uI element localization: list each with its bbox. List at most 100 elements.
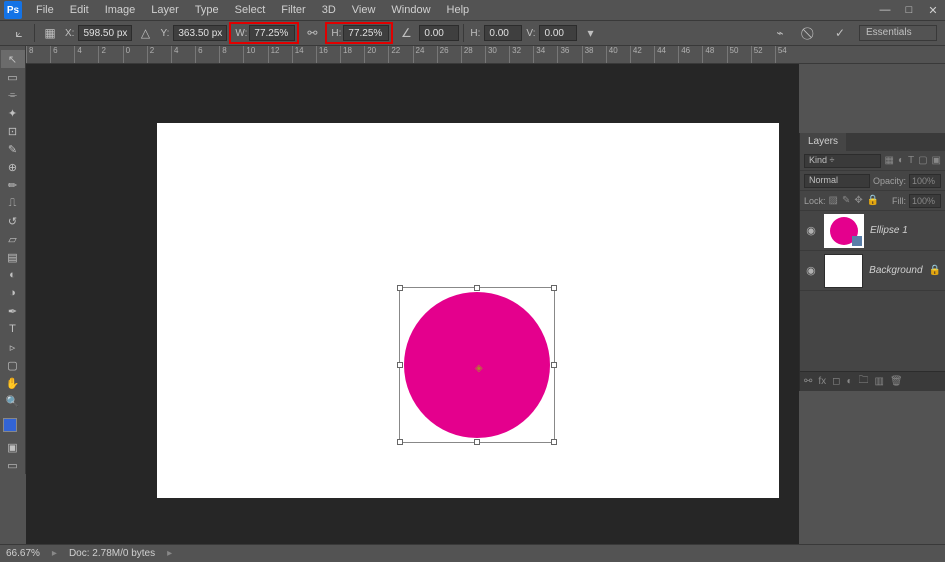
menu-layer[interactable]: Layer <box>143 4 187 16</box>
x-input[interactable] <box>78 25 132 41</box>
handle-middle-left[interactable] <box>397 362 403 368</box>
layers-tab[interactable]: Layers <box>800 133 846 151</box>
handle-top-middle[interactable] <box>474 285 480 291</box>
lock-all-icon[interactable]: 🔒 <box>867 195 879 206</box>
menu-view[interactable]: View <box>344 4 384 16</box>
filter-adjust-icon[interactable]: ◐ <box>898 155 904 166</box>
width-input[interactable] <box>249 25 295 41</box>
status-menu-arrow-icon[interactable]: ▸ <box>167 548 172 559</box>
crop-tool[interactable]: ⊡ <box>1 122 25 140</box>
zoom-level[interactable]: 66.67% <box>6 548 40 559</box>
history-brush-tool[interactable]: ↺ <box>1 212 25 230</box>
color-swatches[interactable] <box>0 416 25 438</box>
fill-input[interactable] <box>909 194 941 208</box>
menu-window[interactable]: Window <box>383 4 438 16</box>
status-arrow-icon[interactable]: ▸ <box>52 548 57 559</box>
handle-bottom-left[interactable] <box>397 439 403 445</box>
hand-tool[interactable]: ✋ <box>1 374 25 392</box>
foreground-color-swatch[interactable] <box>3 418 17 432</box>
filter-type-icon[interactable]: T <box>908 155 914 166</box>
clone-stamp-tool[interactable]: ⎍ <box>1 194 25 212</box>
layer-thumbnail[interactable] <box>824 254 863 288</box>
new-layer-icon[interactable]: ▥ <box>875 376 884 387</box>
brush-tool[interactable]: ✏ <box>1 176 25 194</box>
move-tool[interactable]: ↖ <box>1 50 25 68</box>
layer-filter-row: Kind ÷ ▦ ◐ T ▢ ▣ <box>800 151 945 171</box>
layer-row[interactable]: ◉ Ellipse 1 <box>800 211 945 251</box>
cancel-transform-icon[interactable]: ⃠ <box>799 23 821 43</box>
layer-style-icon[interactable]: fx <box>818 376 826 387</box>
handle-bottom-middle[interactable] <box>474 439 480 445</box>
lock-transparent-icon[interactable]: ▨ <box>829 195 838 206</box>
reference-point-icon[interactable]: ▦ <box>39 23 61 43</box>
transform-tool-icon[interactable]: ⟀ <box>8 23 30 43</box>
marquee-tool[interactable]: ▭ <box>1 68 25 86</box>
y-input[interactable] <box>173 25 227 41</box>
lock-position-icon[interactable]: ✥ <box>854 195 862 206</box>
handle-bottom-right[interactable] <box>551 439 557 445</box>
ruler-tick: 40 <box>606 46 630 63</box>
filter-kind-select[interactable]: Kind ÷ <box>804 154 881 168</box>
magic-wand-tool[interactable]: ✦ <box>1 104 25 122</box>
maximize-button[interactable]: □ <box>897 0 921 20</box>
delta-icon[interactable]: △ <box>134 23 156 43</box>
warp-mode-icon[interactable]: ⌁ <box>769 23 791 43</box>
layer-thumbnail[interactable] <box>824 214 864 248</box>
healing-brush-tool[interactable]: ⊕ <box>1 158 25 176</box>
workspace-select[interactable]: Essentials <box>859 25 937 41</box>
filter-pixel-icon[interactable]: ▦ <box>884 155 893 166</box>
screen-mode-tool[interactable]: ▭ <box>1 456 25 474</box>
menu-filter[interactable]: Filter <box>273 4 313 16</box>
width-highlight: W: <box>229 22 299 44</box>
commit-transform-icon[interactable]: ✓ <box>829 23 851 43</box>
layer-mask-icon[interactable]: ◻ <box>832 376 840 387</box>
visibility-toggle-icon[interactable]: ◉ <box>804 224 818 237</box>
dodge-tool[interactable]: ◑ <box>1 284 25 302</box>
link-layers-icon[interactable]: ⚯ <box>804 376 812 387</box>
menu-file[interactable]: File <box>28 4 62 16</box>
opacity-input[interactable] <box>909 174 941 188</box>
blend-mode-select[interactable]: Normal <box>804 174 870 188</box>
minimize-button[interactable]: — <box>873 0 897 20</box>
menu-edit[interactable]: Edit <box>62 4 97 16</box>
visibility-toggle-icon[interactable]: ◉ <box>804 264 818 277</box>
layer-name[interactable]: Ellipse 1 <box>870 225 908 236</box>
skew-v-input[interactable] <box>539 25 577 41</box>
quick-mask-tool[interactable]: ▣ <box>1 438 25 456</box>
zoom-tool[interactable]: 🔍 <box>1 392 25 410</box>
transform-bounding-box[interactable] <box>399 287 555 443</box>
handle-top-right[interactable] <box>551 285 557 291</box>
eyedropper-tool[interactable]: ✎ <box>1 140 25 158</box>
menu-3d[interactable]: 3D <box>314 4 344 16</box>
handle-middle-right[interactable] <box>551 362 557 368</box>
pen-tool[interactable]: ✒ <box>1 302 25 320</box>
handle-top-left[interactable] <box>397 285 403 291</box>
doc-size[interactable]: Doc: 2.78M/0 bytes <box>69 548 155 559</box>
menu-select[interactable]: Select <box>227 4 274 16</box>
group-icon[interactable]: 🗀 <box>859 373 869 390</box>
canvas-area[interactable]: ◈ <box>26 64 799 544</box>
close-button[interactable]: ✕ <box>921 0 945 20</box>
adjustment-layer-icon[interactable]: ◐ <box>846 376 852 387</box>
menu-image[interactable]: Image <box>97 4 144 16</box>
angle-input[interactable] <box>419 25 459 41</box>
interpolation-icon[interactable]: ▾ <box>579 23 601 43</box>
eraser-tool[interactable]: ▱ <box>1 230 25 248</box>
height-input[interactable] <box>343 25 389 41</box>
shape-tool[interactable]: ▢ <box>1 356 25 374</box>
layer-row[interactable]: ◉ Background 🔒 <box>800 251 945 291</box>
lock-image-icon[interactable]: ✎ <box>842 195 850 206</box>
lasso-tool[interactable]: ⌯ <box>1 86 25 104</box>
skew-h-input[interactable] <box>484 25 522 41</box>
type-tool[interactable]: T <box>1 320 25 338</box>
menu-type[interactable]: Type <box>187 4 227 16</box>
path-select-tool[interactable]: ▹ <box>1 338 25 356</box>
menu-help[interactable]: Help <box>439 4 478 16</box>
link-icon[interactable]: ⚯ <box>301 23 323 43</box>
filter-shape-icon[interactable]: ▢ <box>918 155 927 166</box>
blur-tool[interactable]: ◐ <box>1 266 25 284</box>
delete-layer-icon[interactable]: 🗑 <box>890 376 903 387</box>
layer-name[interactable]: Background <box>869 265 922 276</box>
filter-smart-icon[interactable]: ▣ <box>932 155 941 166</box>
gradient-tool[interactable]: ▤ <box>1 248 25 266</box>
